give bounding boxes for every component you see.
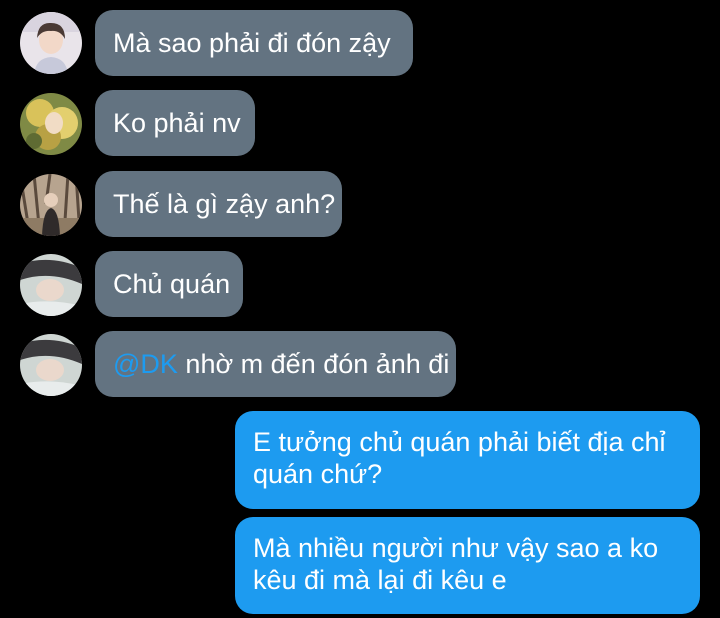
avatar[interactable] bbox=[20, 174, 82, 236]
incoming-message-bubble[interactable]: @DK nhờ m đến đón ảnh đi bbox=[95, 331, 456, 397]
avatar-lying-person-icon bbox=[20, 334, 82, 396]
incoming-message-bubble[interactable]: Chủ quán bbox=[95, 251, 243, 317]
incoming-message-bubble[interactable]: Mà sao phải đi đón zậy bbox=[95, 10, 413, 76]
avatar-boy-portrait-icon bbox=[20, 12, 82, 74]
message-text: Mà sao phải đi đón zậy bbox=[113, 28, 391, 58]
message-text-line: quán chứ? bbox=[253, 459, 383, 489]
message-text: Ko phải nv bbox=[113, 108, 241, 138]
outgoing-message-bubble[interactable]: E tưởng chủ quán phải biết địa chỉ quán … bbox=[235, 411, 700, 509]
avatar[interactable] bbox=[20, 93, 82, 155]
message-text-line: E tưởng chủ quán phải biết địa chỉ bbox=[253, 427, 666, 457]
avatar-lying-person-icon bbox=[20, 254, 82, 316]
avatar-yellow-flowers-icon bbox=[20, 93, 82, 155]
message-row: Mà sao phải đi đón zậy bbox=[0, 10, 720, 76]
avatar[interactable] bbox=[20, 334, 82, 396]
incoming-message-bubble[interactable]: Ko phải nv bbox=[95, 90, 255, 156]
message-text-line: Mà nhiều người như vậy sao a ko bbox=[253, 533, 659, 563]
message-row: @DK nhờ m đến đón ảnh đi bbox=[0, 331, 720, 397]
message-row: Chủ quán bbox=[0, 251, 720, 317]
avatar[interactable] bbox=[20, 12, 82, 74]
message-row: Ko phải nv bbox=[0, 90, 720, 156]
message-row: Thế là gì zậy anh? bbox=[0, 171, 720, 237]
outgoing-message-bubble[interactable]: Mà nhiều người như vậy sao a ko kêu đi m… bbox=[235, 517, 700, 614]
message-text-line: kêu đi mà lại đi kêu e bbox=[253, 565, 507, 595]
avatar-forest-person-icon bbox=[20, 174, 82, 236]
avatar[interactable] bbox=[20, 254, 82, 316]
message-text: nhờ m đến đón ảnh đi bbox=[177, 349, 450, 379]
message-text: Thế là gì zậy anh? bbox=[113, 189, 336, 219]
incoming-message-bubble[interactable]: Thế là gì zậy anh? bbox=[95, 171, 342, 237]
message-text: Chủ quán bbox=[113, 269, 231, 299]
user-mention-link[interactable]: @DK bbox=[113, 349, 178, 379]
